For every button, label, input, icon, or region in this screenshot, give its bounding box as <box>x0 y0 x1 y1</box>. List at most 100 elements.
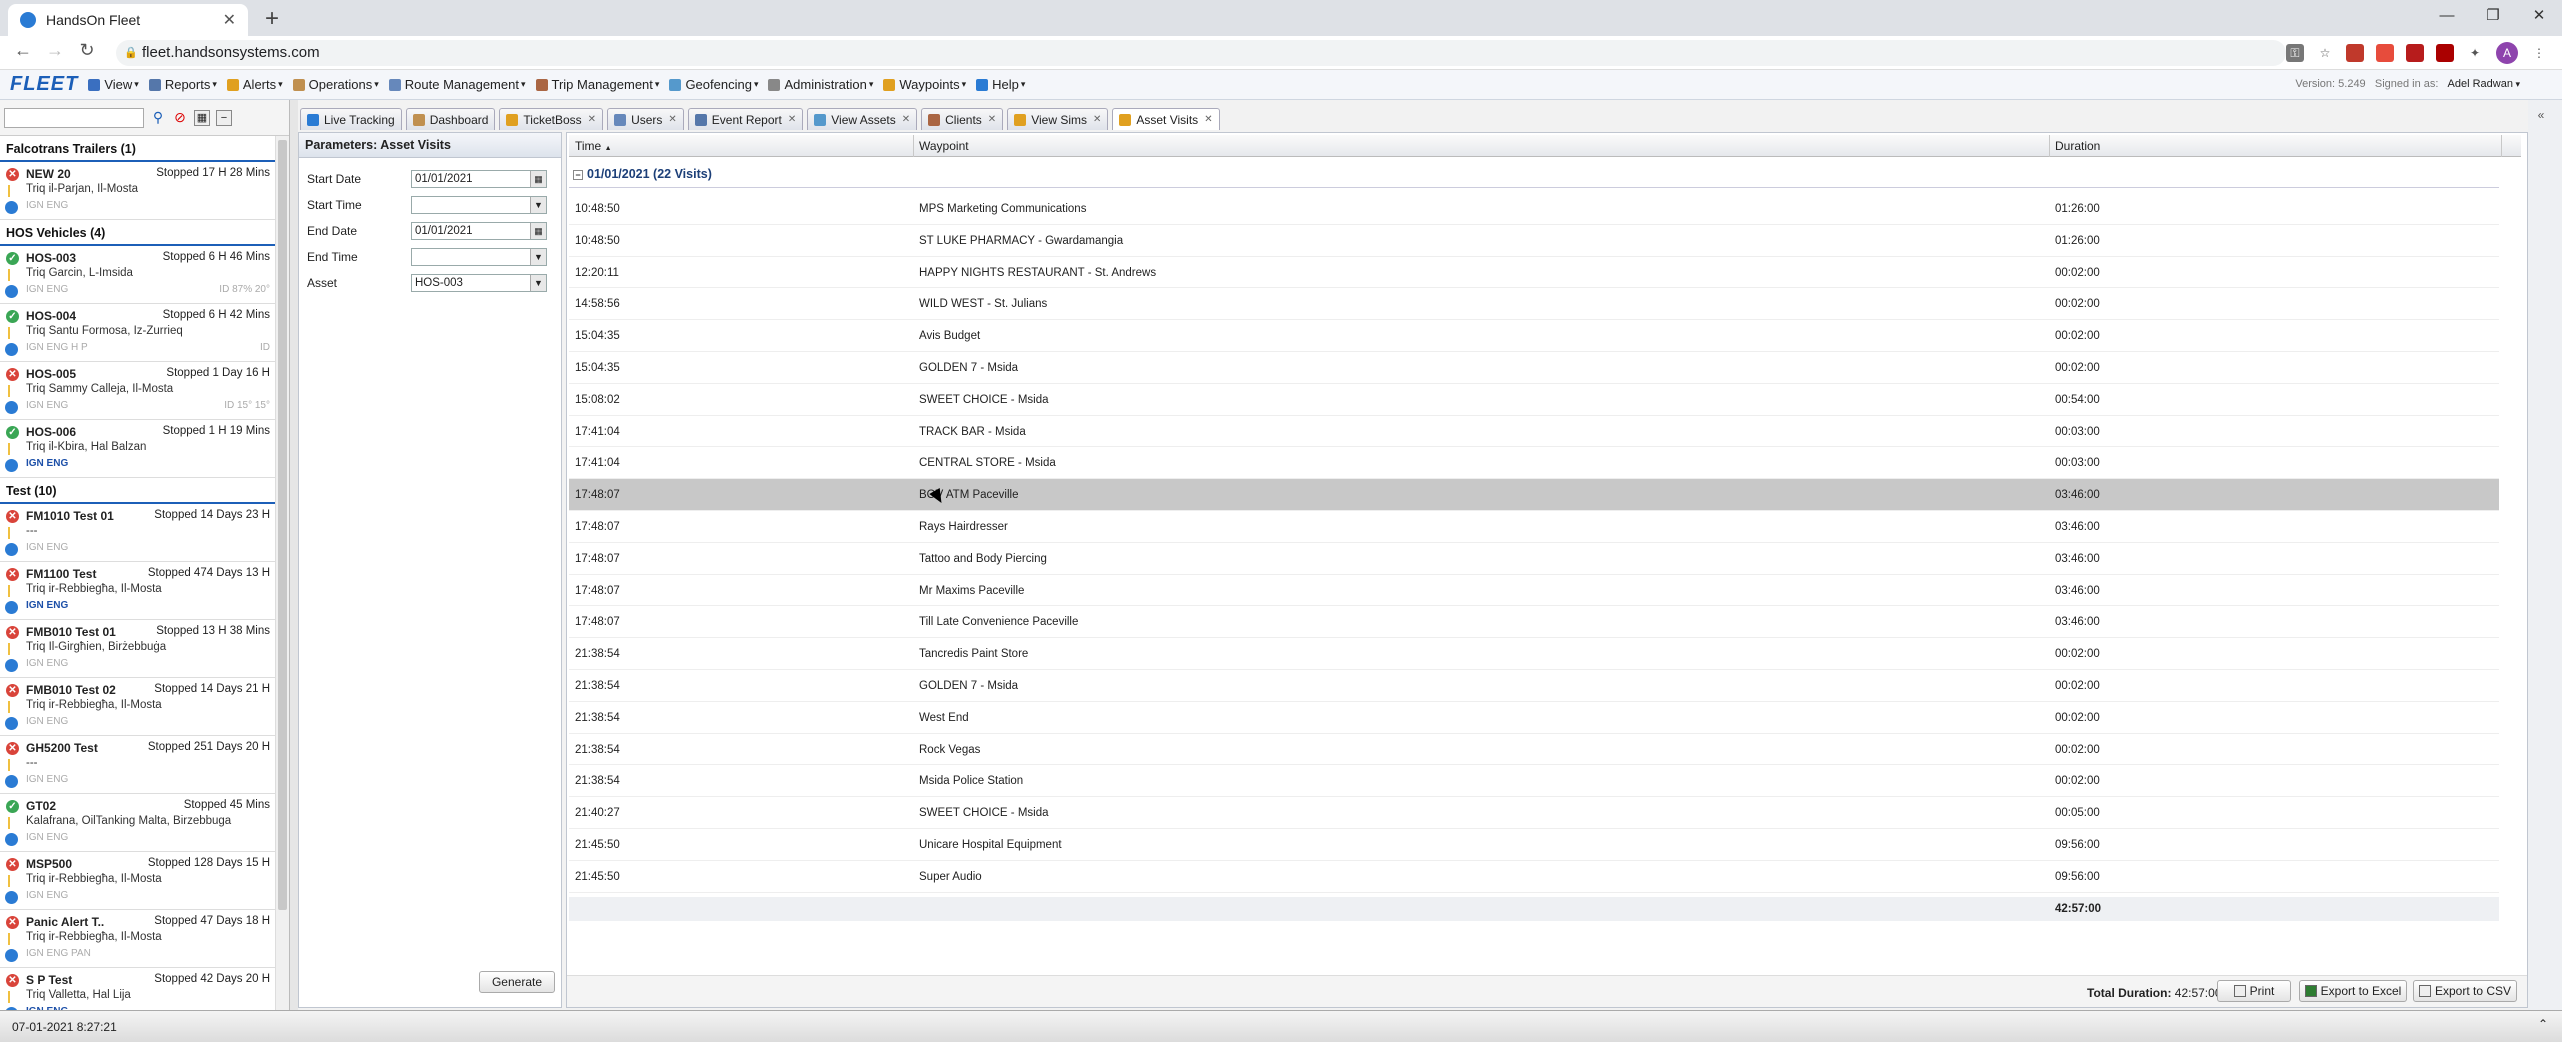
pdf-extension-icon[interactable] <box>2406 44 2424 62</box>
table-row[interactable]: 21:38:54 Rock Vegas 00:02:00 <box>569 734 2499 766</box>
menu-reports[interactable]: Reports ▾ <box>148 77 217 92</box>
col-header-waypoint[interactable]: Waypoint <box>919 139 969 153</box>
close-tab-icon[interactable]: ✕ <box>223 10 236 30</box>
close-window-button[interactable]: ✕ <box>2516 0 2562 32</box>
table-row[interactable]: 21:38:54 Msida Police Station 00:02:00 <box>569 765 2499 798</box>
grid-view-icon[interactable]: ▦ <box>194 109 210 126</box>
start-time-field[interactable]: ▼ <box>411 196 547 214</box>
menu-view[interactable]: View ▾ <box>88 77 139 92</box>
vehicle-item[interactable]: ✕ FMB010 Test 02 Stopped 14 Days 21 H Triq … <box>0 678 276 736</box>
profile-avatar[interactable]: A <box>2496 42 2518 64</box>
forward-arrow-icon[interactable]: → <box>42 40 68 61</box>
clear-filter-icon[interactable]: ⊘ <box>172 110 188 126</box>
back-arrow-icon[interactable]: ← <box>10 40 36 61</box>
vehicle-item[interactable]: ✓ HOS-003 Stopped 6 H 46 Mins Triq Garcin, … <box>0 246 276 304</box>
menu-alerts[interactable]: Alerts ▾ <box>226 77 283 92</box>
col-header-duration[interactable]: Duration <box>2055 139 2100 153</box>
menu-administration[interactable]: Administration ▾ <box>768 77 873 92</box>
menu-trip-management[interactable]: Trip Management ▾ <box>535 77 659 92</box>
expand-status-icon[interactable]: ⌃ <box>2538 1017 2548 1031</box>
table-row[interactable]: 17:48:07 Mr Maxims Paceville 03:46:00 <box>569 575 2499 607</box>
end-time-field[interactable]: ▼ <box>411 248 547 266</box>
restore-button[interactable]: ❐ <box>2470 0 2516 32</box>
browser-tab[interactable]: HandsOn Fleet ✕ <box>8 4 248 36</box>
table-row[interactable]: 15:08:02 SWEET CHOICE - Msida 00:54:00 <box>569 384 2499 416</box>
table-row[interactable]: 21:45:50 Super Audio 09:56:00 <box>569 861 2499 893</box>
table-row[interactable]: 17:48:07 BOV ATM Paceville 03:46:00 <box>569 479 2499 511</box>
kebab-menu-icon[interactable]: ⋮ <box>2530 44 2548 62</box>
table-row[interactable]: 21:38:54 Tancredis Paint Store 00:02:00 <box>569 638 2499 670</box>
table-row[interactable]: 15:04:35 GOLDEN 7 - Msida 00:02:00 <box>569 352 2499 384</box>
close-tab-icon[interactable]: ✕ <box>1093 114 1101 125</box>
star-icon[interactable]: ☆ <box>2316 44 2334 62</box>
close-tab-icon[interactable]: ✕ <box>902 114 910 125</box>
vehicle-item[interactable]: ✕ S P Test Stopped 42 Days 20 H Triq Vallet… <box>0 968 276 1010</box>
column-divider[interactable] <box>2501 135 2502 157</box>
puzzle-icon[interactable]: ✦ <box>2466 44 2484 62</box>
key-icon[interactable]: ⚿ <box>2286 44 2304 62</box>
chevron-down-icon[interactable]: ▼ <box>530 197 546 213</box>
vehicle-item[interactable]: ✓ HOS-004 Stopped 6 H 42 Mins Triq Santu Fo… <box>0 304 276 362</box>
table-row[interactable]: 10:48:50 ST LUKE PHARMACY - Gwardamangia 0… <box>569 225 2499 257</box>
tab-view-assets[interactable]: View Assets ✕ <box>807 108 918 130</box>
tab-users[interactable]: Users ✕ <box>607 108 684 130</box>
table-row[interactable]: 21:45:50 Unicare Hospital Equipment 09:56:… <box>569 829 2499 861</box>
fleet-logo[interactable]: FLEET <box>10 73 78 96</box>
table-row[interactable]: 14:58:56 WILD WEST - St. Julians 00:02:00 <box>569 288 2499 321</box>
calendar-icon[interactable]: ▦ <box>530 171 546 187</box>
user-menu[interactable]: Adel Radwan <box>2448 78 2513 90</box>
table-row[interactable]: 17:41:04 CENTRAL STORE - Msida 00:03:00 <box>569 447 2499 480</box>
vehicle-item[interactable]: ✕ GH5200 Test Stopped 251 Days 20 H --- IGN … <box>0 736 276 794</box>
tab-dashboard[interactable]: Dashboard <box>405 108 496 130</box>
menu-geofencing[interactable]: Geofencing ▾ <box>669 77 758 92</box>
calendar-icon[interactable]: ▦ <box>530 223 546 239</box>
close-tab-icon[interactable]: ✕ <box>988 114 996 125</box>
close-tab-icon[interactable]: ✕ <box>668 114 676 125</box>
vehicle-item[interactable]: ✕ HOS-005 Stopped 1 Day 16 H Triq Sammy Cal… <box>0 362 276 420</box>
vehicle-item[interactable]: ✕ Panic Alert T.. Stopped 47 Days 18 H Triq… <box>0 910 276 968</box>
minimize-button[interactable]: — <box>2424 0 2470 32</box>
scrollbar-thumb[interactable] <box>278 140 287 910</box>
table-row[interactable]: 17:48:07 Rays Hairdresser 03:46:00 <box>569 511 2499 543</box>
start-date-field[interactable]: 01/01/2021 ▦ <box>411 170 547 188</box>
vehicle-list-scrollbar[interactable] <box>275 136 289 1010</box>
table-row[interactable]: 17:48:07 Till Late Convenience Paceville 0… <box>569 606 2499 639</box>
asset-select[interactable]: HOS-003 ▼ <box>411 274 547 292</box>
menu-waypoints[interactable]: Waypoints ▾ <box>883 77 966 92</box>
export-csv-button[interactable]: Export to CSV <box>2413 980 2517 1002</box>
extension-icon[interactable] <box>2376 44 2394 62</box>
table-row[interactable]: 17:48:07 Tattoo and Body Piercing 03:46:00 <box>569 543 2499 575</box>
chevron-down-icon[interactable]: ▼ <box>530 249 546 265</box>
vehicle-group-header[interactable]: HOS Vehicles (4) <box>0 220 276 246</box>
extension-icon[interactable] <box>2346 44 2364 62</box>
table-row[interactable]: 12:20:11 HAPPY NIGHTS RESTAURANT - St. An… <box>569 257 2499 289</box>
reload-icon[interactable]: ↻ <box>74 40 100 61</box>
vehicle-item[interactable]: ✕ FM1010 Test 01 Stopped 14 Days 23 H --- IG… <box>0 504 276 562</box>
group-header[interactable]: −01/01/2021 (22 Visits) <box>569 167 712 181</box>
table-row[interactable]: 17:41:04 TRACK BAR - Msida 00:03:00 <box>569 416 2499 448</box>
new-tab-button[interactable]: + <box>258 6 286 34</box>
vehicle-item[interactable]: ✓ GT02 Stopped 45 Mins Kalafrana, OilTankin… <box>0 794 276 852</box>
menu-help[interactable]: Help ▾ <box>976 77 1025 92</box>
vehicle-item[interactable]: ✓ HOS-006 Stopped 1 H 19 Mins Triq il-Kbira… <box>0 420 276 478</box>
tab-live-tracking[interactable]: Live Tracking <box>300 108 402 130</box>
tab-asset-visits[interactable]: Asset Visits ✕ <box>1112 108 1220 130</box>
menu-operations[interactable]: Operations ▾ <box>292 77 379 92</box>
tab-event-report[interactable]: Event Report ✕ <box>687 108 804 130</box>
tab-view-sims[interactable]: View Sims ✕ <box>1007 108 1109 130</box>
col-header-time[interactable]: Time ▲ <box>575 139 612 153</box>
export-excel-button[interactable]: Export to Excel <box>2299 980 2407 1002</box>
extension-icon[interactable] <box>2436 44 2454 62</box>
collapse-group-icon[interactable]: − <box>573 169 583 180</box>
table-row[interactable]: 15:04:35 Avis Budget 00:02:00 <box>569 320 2499 352</box>
vehicle-item[interactable]: ✕ NEW 20 Stopped 17 H 28 Mins Triq il-Parja… <box>0 162 276 220</box>
vehicle-item[interactable]: ✕ FM1100 Test Stopped 474 Days 13 H Triq ir… <box>0 562 276 620</box>
tab-ticketboss[interactable]: TicketBoss ✕ <box>499 108 604 130</box>
close-tab-icon[interactable]: ✕ <box>588 114 596 125</box>
panel-splitter[interactable] <box>290 100 298 1010</box>
print-button[interactable]: Print <box>2217 980 2291 1002</box>
vehicle-group-header[interactable]: Falcotrans Trailers (1) <box>0 136 276 162</box>
table-row[interactable]: 21:38:54 GOLDEN 7 - Msida 00:02:00 <box>569 670 2499 702</box>
table-row[interactable]: 10:48:50 MPS Marketing Communications 01:2… <box>569 193 2499 225</box>
close-tab-icon[interactable]: ✕ <box>788 114 796 125</box>
